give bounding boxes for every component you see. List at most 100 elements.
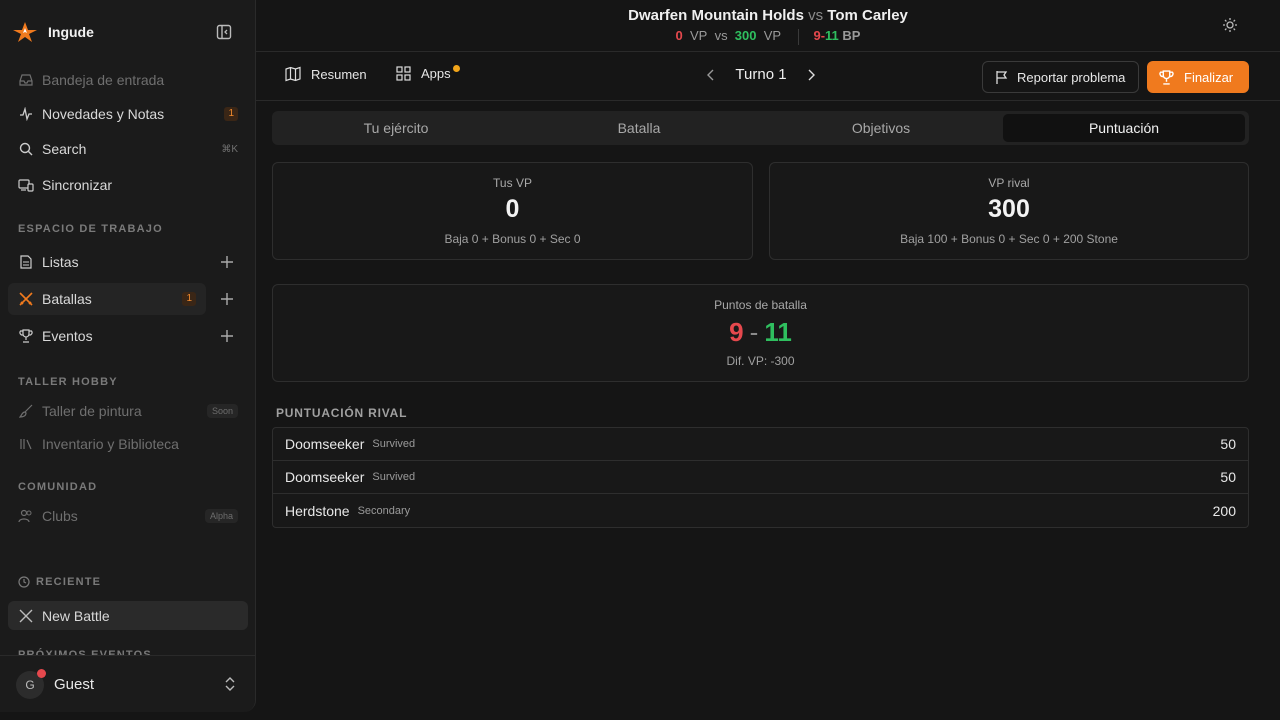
clock-icon bbox=[18, 576, 30, 588]
score-vs: vs bbox=[714, 28, 728, 43]
table-row: Doomseeker Survived 50 bbox=[273, 428, 1248, 461]
sidebar-item-clubs[interactable]: Clubs Alpha bbox=[8, 500, 248, 532]
file-icon bbox=[18, 254, 34, 270]
sidebar-item-news[interactable]: Novedades y Notas 1 bbox=[8, 98, 248, 130]
sidebar-item-label: Bandeja de entrada bbox=[42, 72, 165, 88]
sidebar-item-events[interactable]: Eventos bbox=[8, 320, 248, 352]
recent-item-label: New Battle bbox=[42, 607, 110, 624]
activity-icon bbox=[18, 106, 34, 122]
recent-item-new-battle[interactable]: New Battle bbox=[8, 601, 248, 630]
divider bbox=[798, 28, 800, 45]
sidebar-item-sync[interactable]: Sincronizar bbox=[8, 169, 248, 201]
sidebar-item-inbox[interactable]: Bandeja de entrada bbox=[8, 64, 248, 96]
user-menu[interactable]: G Guest bbox=[0, 655, 255, 712]
section-recent: RECIENTE bbox=[18, 576, 101, 588]
battle-points-value: 9-11 bbox=[273, 317, 1248, 348]
summary-button[interactable]: Resumen bbox=[285, 66, 367, 82]
vp-unit: VP bbox=[763, 28, 781, 43]
battles-count-badge: 1 bbox=[182, 292, 196, 306]
crossed-swords-icon bbox=[18, 608, 34, 624]
report-label: Reportar problema bbox=[1017, 69, 1126, 85]
map-icon bbox=[285, 66, 301, 82]
sidebar-item-label: Sincronizar bbox=[42, 177, 113, 193]
rival-vp-value: 300 bbox=[988, 195, 1030, 223]
my-vp-card: Tus VP 0 Baja 0 + Bonus 0 + Sec 0 bbox=[272, 162, 753, 260]
trophy-icon bbox=[18, 328, 34, 344]
add-battle-icon[interactable] bbox=[220, 292, 238, 310]
sidebar-item-inventory[interactable]: Inventario y Biblioteca bbox=[8, 428, 248, 460]
prev-turn-icon[interactable] bbox=[706, 69, 716, 81]
player-faction: Dwarfen Mountain Holds bbox=[628, 7, 804, 24]
rival-vp-card: VP rival 300 Baja 100 + Bonus 0 + Sec 0 … bbox=[769, 162, 1249, 260]
bp-mine: 9 bbox=[813, 28, 821, 43]
trophy-icon bbox=[1159, 69, 1174, 85]
section-label-community: COMUNIDAD bbox=[18, 481, 98, 493]
score-type: Secondary bbox=[357, 504, 411, 517]
bp-separator: - bbox=[749, 317, 759, 347]
tab-objectives[interactable]: Objetivos bbox=[760, 114, 1002, 142]
inbox-icon bbox=[18, 72, 34, 88]
sidebar-item-lists[interactable]: Listas bbox=[8, 246, 248, 278]
sidebar-item-label: Search bbox=[42, 141, 87, 157]
battle-tabs: Tu ejército Batalla Objetivos Puntuación bbox=[272, 111, 1249, 145]
soon-tag: Soon bbox=[206, 404, 238, 418]
rival-vp-breakdown: Baja 100 + Bonus 0 + Sec 0 + 200 Stone bbox=[900, 232, 1118, 246]
flag-icon bbox=[995, 70, 1009, 85]
tab-army[interactable]: Tu ejército bbox=[275, 114, 517, 142]
score-points: 200 bbox=[1212, 502, 1236, 519]
add-list-icon[interactable] bbox=[220, 255, 238, 273]
sidebar-item-paint-workshop[interactable]: Taller de pintura Soon bbox=[8, 395, 248, 427]
bp-unit: BP bbox=[842, 28, 861, 43]
unit-name: Doomseeker bbox=[285, 436, 365, 452]
vp-unit: VP bbox=[689, 28, 708, 43]
my-vp-value: 0 bbox=[505, 195, 520, 223]
brand[interactable]: Ingude bbox=[12, 18, 94, 46]
sidebar-item-label: Inventario y Biblioteca bbox=[42, 436, 179, 452]
score-points: 50 bbox=[1220, 469, 1236, 485]
match-header: Dwarfen Mountain Holds vs Tom Carley 0 V… bbox=[256, 0, 1280, 52]
report-problem-button[interactable]: Reportar problema bbox=[982, 61, 1139, 93]
alpha-tag: Alpha bbox=[204, 509, 238, 523]
users-icon bbox=[18, 508, 34, 524]
summary-label: Resumen bbox=[311, 66, 367, 82]
sidebar-item-label: Listas bbox=[42, 254, 79, 270]
my-vp-label: Tus VP bbox=[493, 176, 532, 190]
section-label-hobby: TALLER HOBBY bbox=[18, 376, 118, 388]
tab-scoring[interactable]: Puntuación bbox=[1003, 114, 1245, 142]
table-row: Herdstone Secondary 200 bbox=[273, 494, 1248, 527]
match-title: Dwarfen Mountain Holds vs Tom Carley bbox=[256, 7, 1280, 24]
logo-icon bbox=[12, 21, 38, 43]
collapse-sidebar-icon[interactable] bbox=[216, 24, 234, 42]
bp-opp: 11 bbox=[825, 28, 839, 43]
turn-navigator: Turno 1 bbox=[706, 66, 816, 83]
add-event-icon[interactable] bbox=[220, 329, 238, 347]
rival-scoring-title: PUNTUACIÓN RIVAL bbox=[276, 406, 408, 420]
finish-button[interactable]: Finalizar bbox=[1147, 61, 1249, 93]
notification-dot bbox=[37, 669, 46, 678]
sun-icon[interactable] bbox=[1222, 17, 1240, 35]
sidebar-item-label: Batallas bbox=[42, 291, 92, 307]
sidebar-item-battles[interactable]: Batallas 1 bbox=[8, 283, 206, 315]
bp-opp-value: 11 bbox=[764, 317, 792, 347]
next-turn-icon[interactable] bbox=[806, 69, 816, 81]
unit-name: Doomseeker bbox=[285, 469, 365, 485]
table-row: Doomseeker Survived 50 bbox=[273, 461, 1248, 494]
battle-toolbar: Resumen Apps Turno 1 Reportar problema F… bbox=[256, 52, 1280, 101]
sidebar-item-search[interactable]: Search ⌘K bbox=[8, 133, 248, 165]
brush-icon bbox=[18, 403, 34, 419]
chevron-up-down-icon bbox=[223, 676, 239, 692]
devices-icon bbox=[18, 177, 34, 193]
library-icon bbox=[18, 436, 34, 452]
battle-points-label: Puntos de batalla bbox=[714, 298, 807, 312]
vs-label: vs bbox=[808, 7, 824, 24]
sidebar: Ingude Bandeja de entrada Novedades y No… bbox=[0, 0, 256, 712]
sidebar-item-label: Clubs bbox=[42, 508, 78, 524]
opponent-name: Tom Carley bbox=[827, 7, 908, 24]
my-vp: 0 bbox=[675, 28, 683, 43]
match-score: 0 VP vs 300 VP 9-11 BP bbox=[256, 28, 1280, 45]
tab-battle[interactable]: Batalla bbox=[518, 114, 760, 142]
my-vp-breakdown: Baja 0 + Bonus 0 + Sec 0 bbox=[444, 232, 581, 246]
score-type: Survived bbox=[372, 438, 416, 450]
rival-scoring-table: Doomseeker Survived 50 Doomseeker Surviv… bbox=[272, 427, 1249, 528]
apps-button[interactable]: Apps bbox=[396, 65, 460, 81]
